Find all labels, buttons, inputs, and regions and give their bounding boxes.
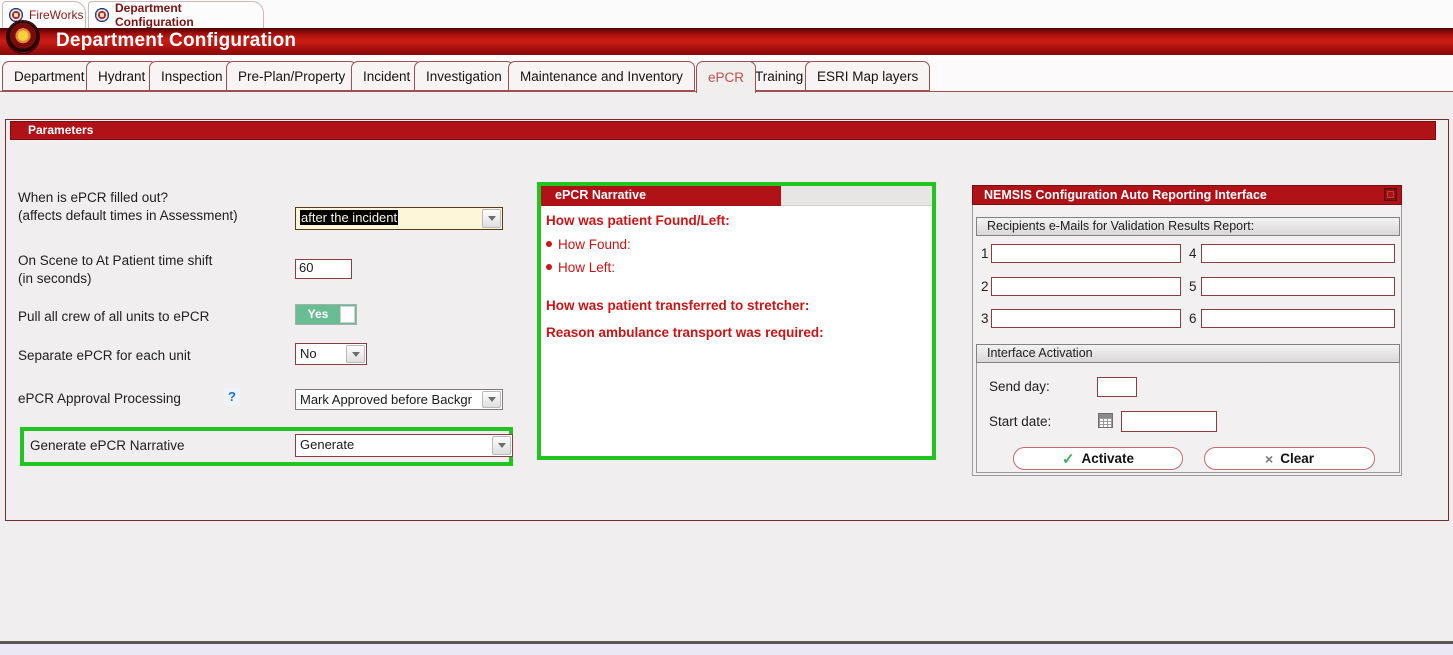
bullet-icon xyxy=(546,264,552,270)
email-input-4[interactable] xyxy=(1201,244,1395,263)
email-input-6[interactable] xyxy=(1201,309,1395,328)
parameters-header: Parameters xyxy=(10,121,1436,140)
narrative-bullet-how-left: How Left: xyxy=(546,260,615,275)
send-day-label: Send day: xyxy=(989,379,1050,394)
clear-button[interactable]: × Clear xyxy=(1204,447,1375,470)
chevron-down-icon xyxy=(498,443,506,448)
tab-department[interactable]: Department xyxy=(2,61,97,91)
recipients-section-header: Recipients e-Mails for Validation Result… xyxy=(976,217,1400,236)
epcr-narrative-panel: ePCR Narrative How was patient Found/Lef… xyxy=(537,182,936,460)
chevron-down-icon xyxy=(488,397,496,402)
calendar-icon[interactable] xyxy=(1098,413,1113,428)
tab-inspection[interactable]: Inspection xyxy=(149,61,235,91)
activate-button-label: Activate xyxy=(1082,451,1135,466)
nemsis-panel-title: NEMSIS Configuration Auto Reporting Inte… xyxy=(972,185,1402,205)
tab-epcr[interactable]: ePCR xyxy=(696,61,756,93)
nemsis-panel: NEMSIS Configuration Auto Reporting Inte… xyxy=(972,185,1402,476)
bullet-icon xyxy=(546,241,552,247)
when-filled-dropdown[interactable]: after the incident xyxy=(295,207,503,230)
email-slot-5-number: 5 xyxy=(1189,279,1197,294)
tab-maintenance-and-inventory[interactable]: Maintenance and Inventory xyxy=(508,61,695,91)
generate-narrative-dropdown-button[interactable] xyxy=(492,436,511,455)
nemsis-close-button[interactable] xyxy=(1384,188,1397,201)
approval-processing-dropdown[interactable]: Mark Approved before Backgr xyxy=(295,389,503,410)
time-shift-label-line1: On Scene to At Patient time shift xyxy=(18,252,212,270)
approval-processing-label: ePCR Approval Processing xyxy=(18,390,181,408)
pull-crew-toggle-value: Yes xyxy=(296,305,340,324)
app-header: Department Configuration xyxy=(0,28,1453,55)
narrative-heading-reason: Reason ambulance transport was required: xyxy=(546,325,824,340)
when-filled-dropdown-button[interactable] xyxy=(482,209,501,228)
separate-epcr-dropdown-button[interactable] xyxy=(346,345,365,363)
narrative-heading-found-left: How was patient Found/Left: xyxy=(546,213,730,228)
tab-investigation[interactable]: Investigation xyxy=(414,61,514,91)
toggle-knob xyxy=(340,306,355,323)
approval-processing-dropdown-button[interactable] xyxy=(482,391,501,408)
when-filled-label-line1: When is ePCR filled out? xyxy=(18,189,168,207)
tab-hydrant[interactable]: Hydrant xyxy=(86,61,157,91)
window-tab-department-configuration[interactable]: Department Configuration xyxy=(88,1,264,28)
pull-crew-toggle[interactable]: Yes xyxy=(295,304,357,325)
email-slot-1-number: 1 xyxy=(981,246,989,261)
window-tab-fireworks-label: FireWorks xyxy=(29,8,83,22)
help-question-icon[interactable]: ? xyxy=(224,388,240,405)
narrative-heading-stretcher: How was patient transferred to stretcher… xyxy=(546,298,809,313)
check-icon: ✓ xyxy=(1062,450,1075,468)
email-slot-2-number: 2 xyxy=(981,279,989,294)
chevron-down-icon xyxy=(352,352,360,357)
generate-narrative-dropdown[interactable]: Generate xyxy=(295,434,513,457)
clear-button-label: Clear xyxy=(1280,451,1314,466)
narrative-bullet-how-left-text: How Left: xyxy=(558,260,615,275)
email-input-1[interactable] xyxy=(991,244,1181,263)
module-tab-strip: Department Hydrant Inspection Pre-Plan/P… xyxy=(0,60,1453,92)
generate-narrative-selected-value: Generate xyxy=(300,437,354,452)
time-shift-input[interactable]: 60 xyxy=(295,259,352,279)
pull-crew-label: Pull all crew of all units to ePCR xyxy=(18,308,209,326)
start-date-input[interactable] xyxy=(1121,411,1217,432)
when-filled-selected-value: after the incident xyxy=(300,210,398,225)
send-day-input[interactable] xyxy=(1097,377,1137,397)
tab-esri-map-layers[interactable]: ESRI Map layers xyxy=(805,61,930,91)
page-title: Department Configuration xyxy=(56,30,296,52)
email-input-5[interactable] xyxy=(1201,277,1395,296)
x-icon: × xyxy=(1265,451,1273,467)
interface-activation-header: Interface Activation xyxy=(976,344,1400,363)
window-tab-strip: FireWorks Department Configuration xyxy=(0,0,1453,28)
fireworks-badge-icon xyxy=(9,8,23,22)
epcr-narrative-panel-title: ePCR Narrative xyxy=(541,186,781,206)
narrative-bullet-how-found-text: How Found: xyxy=(558,237,631,252)
epcr-narrative-header-strip xyxy=(781,186,932,206)
email-slot-4-number: 4 xyxy=(1189,246,1197,261)
chevron-down-icon xyxy=(488,216,496,221)
approval-processing-selected-value: Mark Approved before Backgr xyxy=(300,392,472,407)
window-tab-department-configuration-label: Department Configuration xyxy=(115,1,249,29)
time-shift-label-line2: (in seconds) xyxy=(18,270,92,288)
close-icon xyxy=(1387,191,1394,198)
separate-epcr-label: Separate ePCR for each unit xyxy=(18,347,191,365)
separate-epcr-dropdown[interactable]: No xyxy=(295,343,367,365)
email-slot-6-number: 6 xyxy=(1189,311,1197,326)
start-date-label: Start date: xyxy=(989,414,1051,429)
department-configuration-screen: FireWorks Department Configuration Depar… xyxy=(0,0,1453,655)
email-input-3[interactable] xyxy=(991,309,1181,328)
fire-department-logo-icon xyxy=(7,21,39,53)
generate-narrative-label: Generate ePCR Narrative xyxy=(30,437,185,455)
when-filled-label-line2: (affects default times in Assessment) xyxy=(18,207,238,225)
activate-button[interactable]: ✓ Activate xyxy=(1013,447,1183,470)
narrative-bullet-how-found: How Found: xyxy=(546,237,631,252)
department-configuration-badge-icon xyxy=(95,8,109,22)
email-input-2[interactable] xyxy=(991,277,1181,296)
separate-epcr-selected-value: No xyxy=(300,346,317,361)
window-bottom-strip xyxy=(0,644,1453,655)
tab-incident[interactable]: Incident xyxy=(351,61,422,91)
tab-pre-plan-property[interactable]: Pre-Plan/Property xyxy=(226,61,357,91)
email-slot-3-number: 3 xyxy=(981,311,989,326)
